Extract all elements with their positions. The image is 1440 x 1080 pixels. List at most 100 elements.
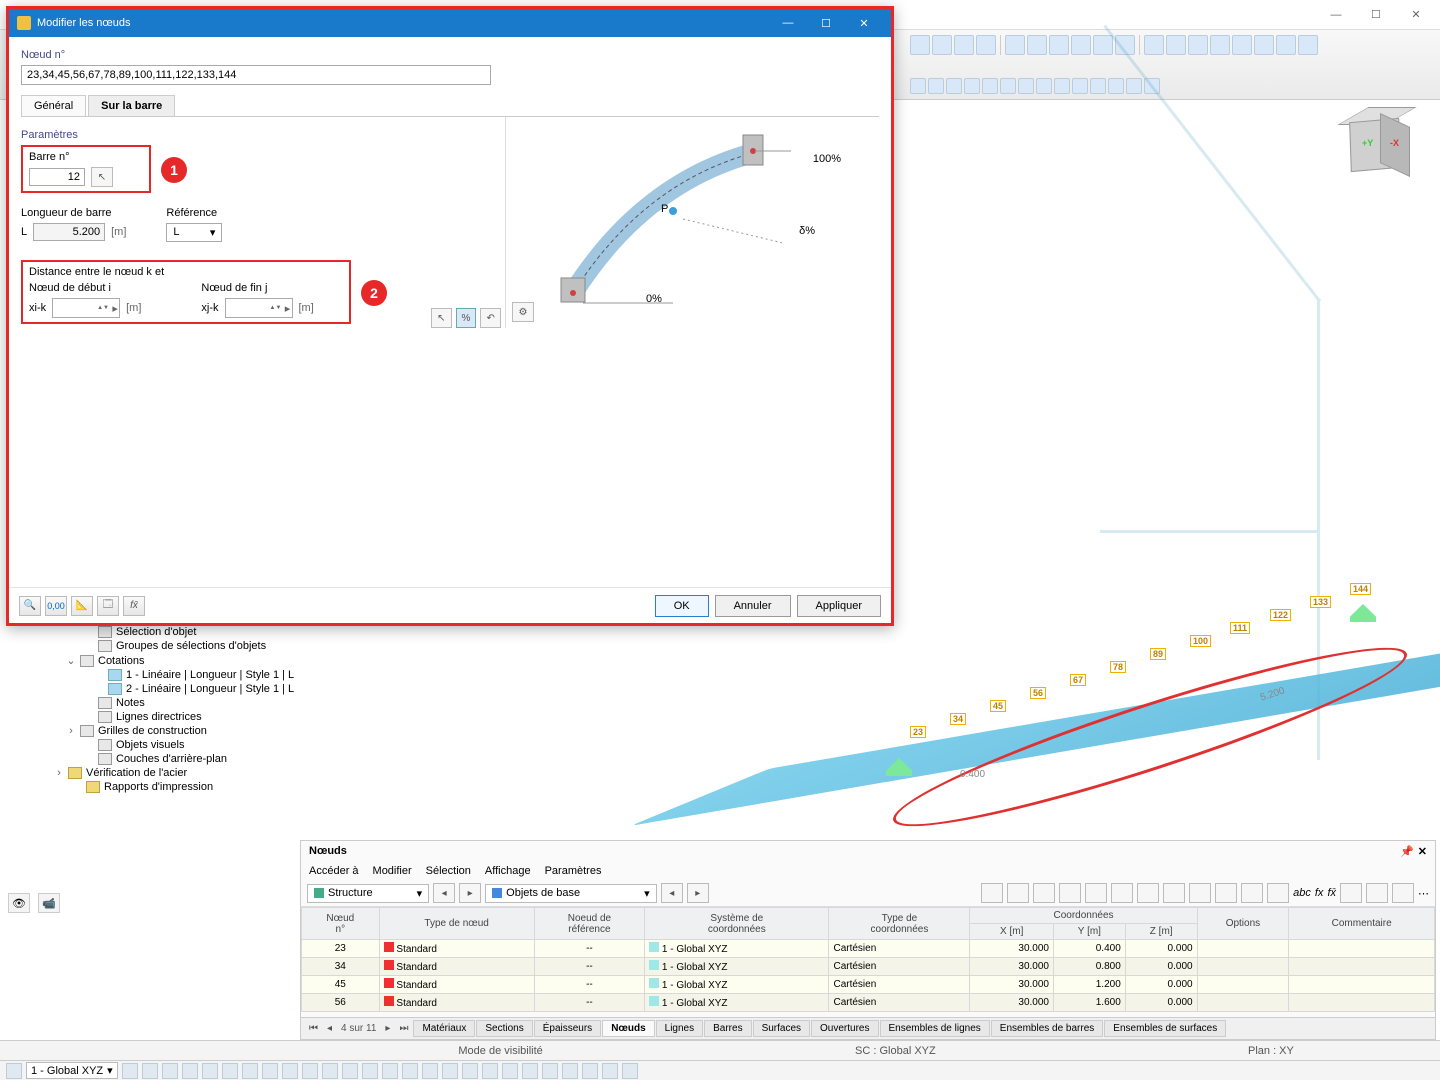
toolbar-icon[interactable] [362,1063,378,1079]
bottom-tab[interactable]: Surfaces [753,1020,810,1037]
apply-button[interactable]: Appliquer [797,595,881,617]
toolbar-icon[interactable] [462,1063,478,1079]
tree-item[interactable]: 2 - Linéaire | Longueur | Style 1 | L: 5… [50,682,295,696]
toolbar-icon[interactable] [482,1063,498,1079]
toolbar-icon[interactable] [1005,35,1025,55]
toolbar-icon[interactable] [1232,35,1252,55]
nodes-table[interactable]: Nœud n° Type de nœud Noeud de référence … [301,907,1435,1012]
toolbar-icon[interactable] [910,35,930,55]
coord-icon[interactable]: 📐 [71,596,93,616]
toolbar-icon[interactable] [1049,35,1069,55]
panel-icon[interactable]: 👁 [8,893,30,913]
toolbar-icon[interactable] [602,1063,618,1079]
tool-icon[interactable] [1189,883,1211,903]
bottom-tab[interactable]: Ensembles de barres [991,1020,1104,1037]
fx-icon[interactable]: fx̄ [123,596,145,616]
dialog-close-button[interactable]: ✕ [845,11,883,35]
tree-item[interactable]: Sélection d'objet [50,625,295,639]
tree-item[interactable]: ›Grilles de construction [50,724,295,738]
dialog-maximize-button[interactable]: ☐ [807,11,845,35]
nav-prev-icon[interactable]: ◂ [433,883,455,903]
bottom-tab[interactable]: Sections [476,1020,532,1037]
toolbar-icon[interactable] [322,1063,338,1079]
search-icon[interactable]: 🔍 [19,596,41,616]
main-close-button[interactable]: ✕ [1396,2,1436,27]
tool-icon[interactable] [1241,883,1263,903]
bottom-tab[interactable]: Ensembles de lignes [880,1020,990,1037]
toolbar-icon[interactable] [342,1063,358,1079]
toolbar-icon[interactable] [1126,78,1142,94]
nav-next-icon[interactable]: ▸ [459,883,481,903]
pick-icon[interactable]: ↖ [431,308,452,328]
last-icon[interactable]: ⏭ [395,1023,412,1034]
panel-menu-item[interactable]: Modifier [373,865,412,877]
table-row[interactable]: 34 Standard-- 1 - Global XYZCartésien30.… [302,958,1435,976]
toolbar-icon[interactable] [1276,35,1296,55]
toolbar-icon[interactable] [1144,35,1164,55]
nav-prev-icon[interactable]: ◂ [661,883,683,903]
main-minimize-button[interactable]: — [1316,2,1356,27]
toolbar-icon[interactable] [202,1063,218,1079]
toolbar-icon[interactable] [1000,78,1016,94]
first-icon[interactable]: ⏮ [305,1023,322,1034]
toolbar-icon[interactable] [1254,35,1274,55]
tree-item[interactable]: Lignes directrices [50,710,295,724]
tab-general[interactable]: Général [21,95,86,116]
toolbar-icon[interactable] [182,1063,198,1079]
toolbar-icon[interactable] [1071,35,1091,55]
bottom-tab[interactable]: Matériaux [413,1020,475,1037]
toolbar-icon[interactable] [1166,35,1186,55]
toolbar-icon[interactable] [1027,35,1047,55]
toolbar-icon[interactable] [442,1063,458,1079]
bottom-tab[interactable]: Barres [704,1020,751,1037]
toolbar-icon[interactable] [502,1063,518,1079]
navigator-tree[interactable]: Sélection d'objetGroupes de sélections d… [50,625,295,794]
toolbar-icon[interactable] [1018,78,1034,94]
panel-menu-item[interactable]: Accéder à [309,865,359,877]
tool-icon[interactable] [1366,883,1388,903]
toolbar-icon[interactable] [542,1063,558,1079]
pick-bar-icon[interactable]: ↖ [91,167,113,187]
tool-icon[interactable] [1215,883,1237,903]
tool-icon[interactable] [1111,883,1133,903]
tree-item[interactable]: Rapports d'impression [50,780,295,794]
pin-icon[interactable]: 📌 [1400,845,1414,858]
bottom-tab[interactable]: Épaisseurs [534,1020,601,1037]
tool-icon[interactable] [1059,883,1081,903]
toolbar-icon[interactable] [910,78,926,94]
toolbar-icon[interactable] [522,1063,538,1079]
next-icon[interactable]: ▸ [381,1023,394,1034]
prev-icon[interactable]: ◂ [323,1023,336,1034]
toolbar-icon[interactable] [562,1063,578,1079]
toolbar-icon[interactable] [1093,35,1113,55]
tree-item[interactable]: Notes [50,696,295,710]
toolbar-icon[interactable] [976,35,996,55]
toolbar-icon[interactable] [142,1063,158,1079]
preview-settings-icon[interactable]: ⚙ [512,302,534,322]
units-icon[interactable]: 0,00 [45,596,67,616]
panel-menu-item[interactable]: Sélection [426,865,471,877]
percent-button[interactable]: % [456,308,477,328]
tab-on-bar[interactable]: Sur la barre [88,95,175,116]
tool-icon[interactable] [1340,883,1362,903]
tool-icon[interactable] [1267,883,1289,903]
toolbar-icon[interactable] [6,1063,22,1079]
tool-icon[interactable] [1033,883,1055,903]
toolbar-icon[interactable] [162,1063,178,1079]
tool-icon[interactable] [1007,883,1029,903]
tool-icon[interactable] [1392,883,1414,903]
toolbar-icon[interactable] [1072,78,1088,94]
node-number-input[interactable] [21,65,491,85]
bottom-tab[interactable]: Nœuds [602,1020,654,1037]
toolbar-icon[interactable] [964,78,980,94]
tool-icon[interactable] [1163,883,1185,903]
bottom-tab[interactable]: Lignes [656,1020,703,1037]
tool-icon[interactable] [1085,883,1107,903]
toolbar-icon[interactable] [262,1063,278,1079]
toolbar-icon[interactable] [1188,35,1208,55]
bar-number-input[interactable] [29,168,85,186]
tree-item[interactable]: ⌄Cotations [50,653,295,668]
bottom-tab[interactable]: Ensembles de surfaces [1104,1020,1226,1037]
toolbar-icon[interactable] [622,1063,638,1079]
panel-menu-item[interactable]: Affichage [485,865,531,877]
